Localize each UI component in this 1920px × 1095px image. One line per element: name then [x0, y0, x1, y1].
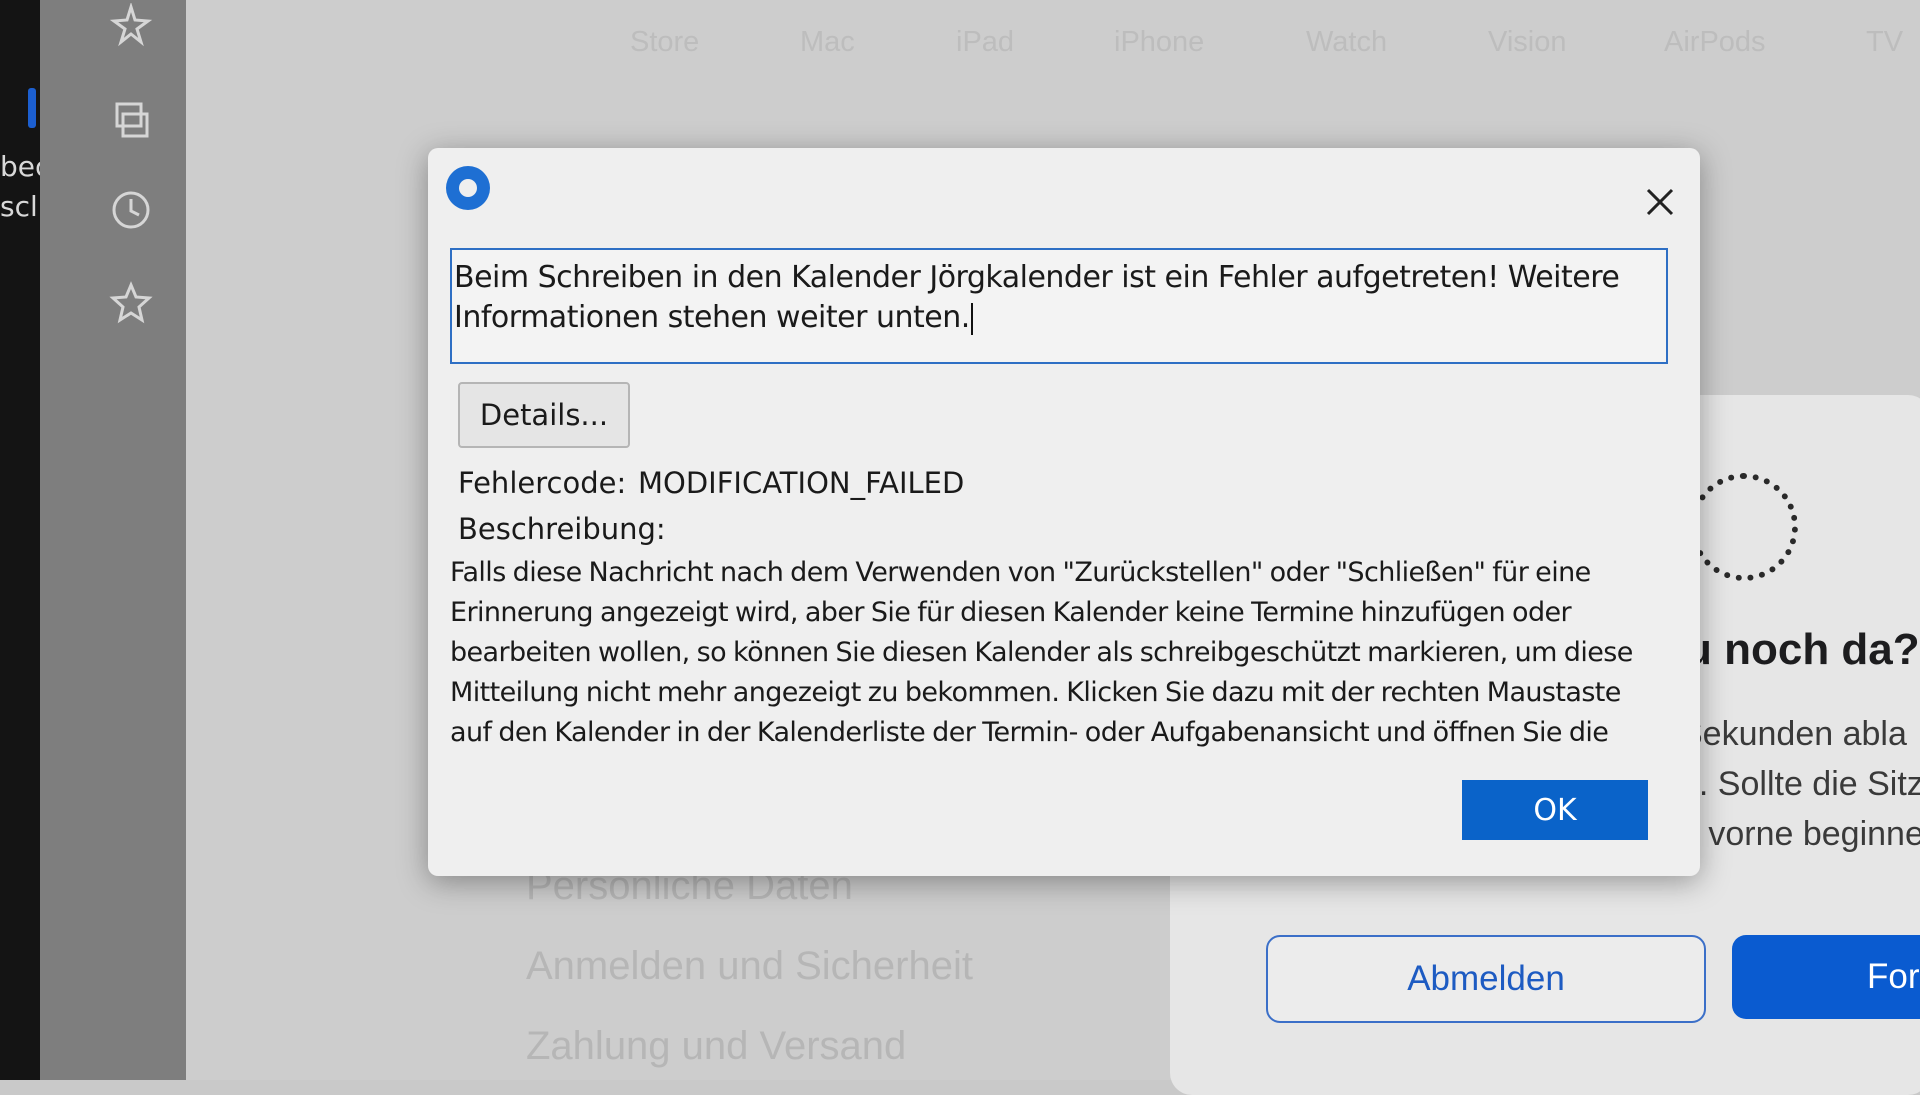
error-message-text: Beim Schreiben in den Kalender Jörgkalen… — [454, 260, 1620, 335]
nav-link[interactable]: AirPods — [1664, 26, 1766, 59]
session-dialog-text: n vorne beginne — [1680, 815, 1920, 853]
session-dialog-text: n. Sollte die Sitz — [1680, 765, 1920, 803]
menu-item-sign-in-security[interactable]: Anmelden und Sicherheit — [526, 944, 973, 989]
app-logo-icon — [446, 166, 490, 210]
error-code-label: Fehlercode: — [458, 466, 627, 500]
sign-out-button[interactable]: Abmelden — [1266, 935, 1706, 1023]
continue-button[interactable]: For — [1732, 935, 1920, 1019]
description-label: Beschreibung: — [458, 512, 666, 546]
nav-link[interactable]: Vision — [1488, 26, 1566, 59]
nav-link[interactable]: iPhone — [1114, 26, 1204, 59]
tab-stack-icon[interactable] — [106, 95, 156, 145]
edge-text-2: scl — [0, 190, 38, 223]
calendar-error-dialog: Beim Schreiben in den Kalender Jörgkalen… — [428, 148, 1700, 876]
favorites-star-icon[interactable] — [106, 278, 156, 328]
apple-progress-icon — [1690, 473, 1798, 581]
menu-item-payment-shipping[interactable]: Zahlung und Versand — [526, 1024, 906, 1069]
ok-button[interactable]: OK — [1462, 780, 1648, 840]
session-dialog-heading: u noch da? — [1685, 625, 1920, 674]
error-code-value: MODIFICATION_FAILED — [638, 466, 965, 500]
session-dialog-text: Sekunden abla — [1680, 715, 1907, 753]
sparkle-star-icon[interactable] — [106, 0, 156, 50]
close-icon[interactable] — [1640, 182, 1680, 222]
error-message-field[interactable]: Beim Schreiben in den Kalender Jörgkalen… — [450, 248, 1668, 364]
nav-link[interactable]: TV — [1866, 26, 1903, 59]
nav-link[interactable]: Mac — [800, 26, 855, 59]
active-indicator — [28, 88, 36, 128]
nav-link[interactable]: Watch — [1306, 26, 1387, 59]
apple-global-nav: Store Mac iPad iPhone Watch Vision AirPo… — [186, 0, 1920, 90]
history-clock-icon[interactable] — [106, 185, 156, 235]
description-text[interactable]: Falls diese Nachricht nach dem Verwenden… — [450, 553, 1668, 763]
nav-link[interactable]: Store — [630, 26, 699, 59]
text-caret — [970, 302, 973, 335]
browser-sidebar — [40, 0, 186, 1080]
details-button[interactable]: Details... — [458, 382, 630, 448]
nav-link[interactable]: iPad — [956, 26, 1014, 59]
